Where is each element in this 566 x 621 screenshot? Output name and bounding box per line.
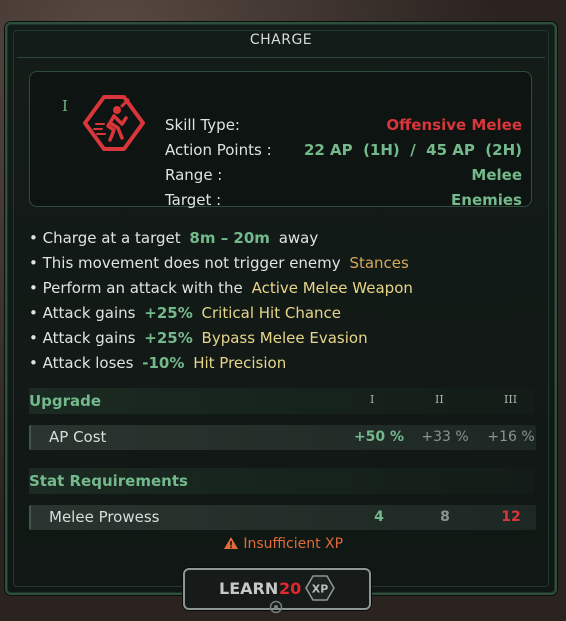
skill-description-list: • Charge at a target 8m – 20m away • Thi… <box>29 226 529 376</box>
description-bullet: • This movement does not trigger enemy S… <box>29 254 409 272</box>
skill-type-label: Skill Type: <box>165 116 240 134</box>
learn-button-label: LEARN <box>219 579 279 598</box>
learn-cost: 20 <box>279 579 302 598</box>
upgrade-tier-3-header: III <box>504 393 518 406</box>
description-bullet: • Perform an attack with the Active Mele… <box>29 279 413 297</box>
melee-prowess-tier-2: 8 <box>440 509 450 525</box>
xp-hexagon-icon: XP <box>305 575 335 601</box>
ap-cost-tier-3: +16 % <box>487 429 535 445</box>
stat-requirements-header: Stat Requirements <box>29 468 534 494</box>
description-bullet: • Attack gains +25% Bypass Melee Evasion <box>29 329 368 347</box>
title-divider <box>17 57 545 58</box>
ap-cost-tier-1: +50 % <box>353 429 405 445</box>
skill-tooltip-panel: CHARGE I Skill Type: Offensive Melee Act… <box>5 22 557 595</box>
description-bullet: • Attack loses -10% Hit Precision <box>29 354 287 372</box>
skill-title: CHARGE <box>249 32 313 48</box>
charge-runner-icon <box>83 95 145 151</box>
melee-prowess-row: Melee Prowess 4 8 12 <box>29 505 536 530</box>
upgrade-tier-2-header: II <box>435 393 444 406</box>
ap-cost-tier-2: +33 % <box>421 429 469 445</box>
description-bullet: • Attack gains +25% Critical Hit Chance <box>29 304 342 322</box>
warning-triangle-icon <box>223 537 238 549</box>
action-points-value: 22 AP (1H) / 45 AP (2H) <box>303 141 522 159</box>
skill-rank-mark: I <box>62 97 68 115</box>
melee-prowess-tier-3: 12 <box>501 509 521 525</box>
insufficient-xp-warning: Insufficient XP <box>0 536 566 552</box>
upgrade-tier-1-header: I <box>370 393 375 406</box>
svg-text:XP: XP <box>312 583 329 596</box>
skill-type-value: Offensive Melee <box>386 116 522 134</box>
melee-prowess-tier-1: 4 <box>374 509 384 525</box>
description-bullet: • Charge at a target 8m – 20m away <box>29 229 319 247</box>
target-label: Target : <box>165 191 222 209</box>
gamepad-button-icon <box>269 600 283 614</box>
target-value: Enemies <box>451 191 522 209</box>
action-points-label: Action Points : <box>165 141 272 159</box>
melee-prowess-label: Melee Prowess <box>49 508 160 526</box>
range-label: Range : <box>165 166 223 184</box>
range-value: Melee <box>471 166 522 184</box>
ap-cost-row: AP Cost +50 % +33 % +16 % <box>29 425 536 450</box>
upgrade-header: Upgrade <box>29 388 534 414</box>
skill-info-box: I Skill Type: Offensive Melee Action Poi… <box>29 71 532 209</box>
ap-cost-label: AP Cost <box>49 428 107 446</box>
